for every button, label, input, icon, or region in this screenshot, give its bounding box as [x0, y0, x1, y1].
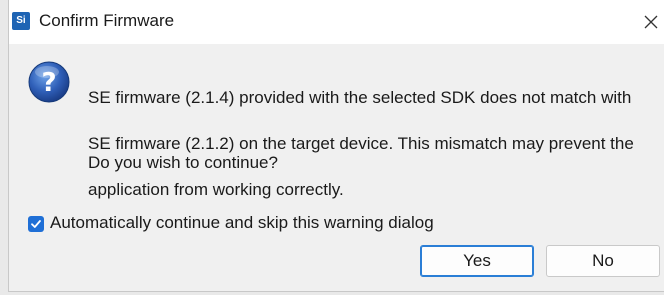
- skip-warning-checkbox[interactable]: [28, 216, 44, 232]
- continue-question: Do you wish to continue?: [88, 153, 278, 172]
- confirm-firmware-dialog: Si Confirm Firmware ? SE firmware (2.1.4…: [8, 0, 664, 292]
- no-button[interactable]: No: [546, 245, 660, 277]
- dialog-title: Confirm Firmware: [39, 11, 175, 30]
- svg-text:?: ?: [41, 68, 56, 98]
- question-icon: ?: [27, 60, 71, 104]
- checkmark-icon: [31, 220, 41, 228]
- yes-button[interactable]: Yes: [420, 245, 534, 277]
- skip-warning-label[interactable]: Automatically continue and skip this war…: [50, 213, 434, 233]
- close-button[interactable]: [639, 4, 664, 38]
- message-line-3: application from working correctly.: [88, 180, 344, 199]
- close-icon: [644, 15, 658, 29]
- message-text: SE firmware (2.1.4) provided with the se…: [88, 63, 660, 224]
- message-line-1: SE firmware (2.1.4) provided with the se…: [88, 88, 632, 107]
- app-icon: Si: [12, 12, 30, 30]
- title-bar: Si Confirm Firmware: [9, 0, 664, 44]
- message-line-2: SE firmware (2.1.2) on the target device…: [88, 134, 634, 153]
